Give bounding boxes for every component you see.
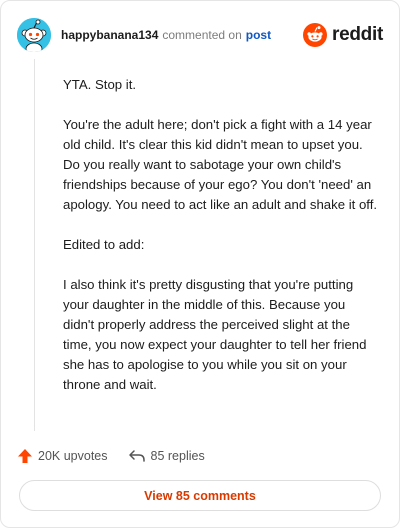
reddit-wordmark: reddit xyxy=(332,24,383,45)
reddit-logo-icon xyxy=(303,23,328,47)
commented-on-text: commented on xyxy=(162,28,242,42)
comment-card: happybanana134 commented on post reddit … xyxy=(0,0,400,528)
thread-line xyxy=(34,59,35,431)
comment-paragraph: You're the adult here; don't pick a figh… xyxy=(63,117,378,212)
upvote-button[interactable]: 20K upvotes xyxy=(17,448,108,464)
comment-paragraph: Edited to add: xyxy=(63,237,145,252)
replies-button[interactable]: 85 replies xyxy=(128,448,205,464)
comment-paragraph: I also think it's pretty disgusting that… xyxy=(63,277,367,392)
snoo-avatar-icon xyxy=(17,18,51,52)
comment-stats: 20K upvotes 85 replies xyxy=(17,445,205,467)
username-link[interactable]: happybanana134 xyxy=(61,28,158,42)
comment-body: YTA. Stop it. You're the adult here; don… xyxy=(63,75,379,415)
upvote-count: 20K upvotes xyxy=(38,449,108,463)
reddit-brand[interactable]: reddit xyxy=(303,23,383,47)
avatar[interactable] xyxy=(17,18,51,52)
comment-header: happybanana134 commented on post reddit xyxy=(17,17,383,53)
upvote-arrow-icon xyxy=(18,449,32,463)
comment-paragraph: YTA. Stop it. xyxy=(63,77,137,92)
byline: happybanana134 commented on post xyxy=(61,28,271,42)
view-comments-button[interactable]: View 85 comments xyxy=(19,480,381,511)
reply-count: 85 replies xyxy=(150,449,205,463)
reply-arrow-icon xyxy=(128,450,145,462)
post-link[interactable]: post xyxy=(246,28,271,42)
